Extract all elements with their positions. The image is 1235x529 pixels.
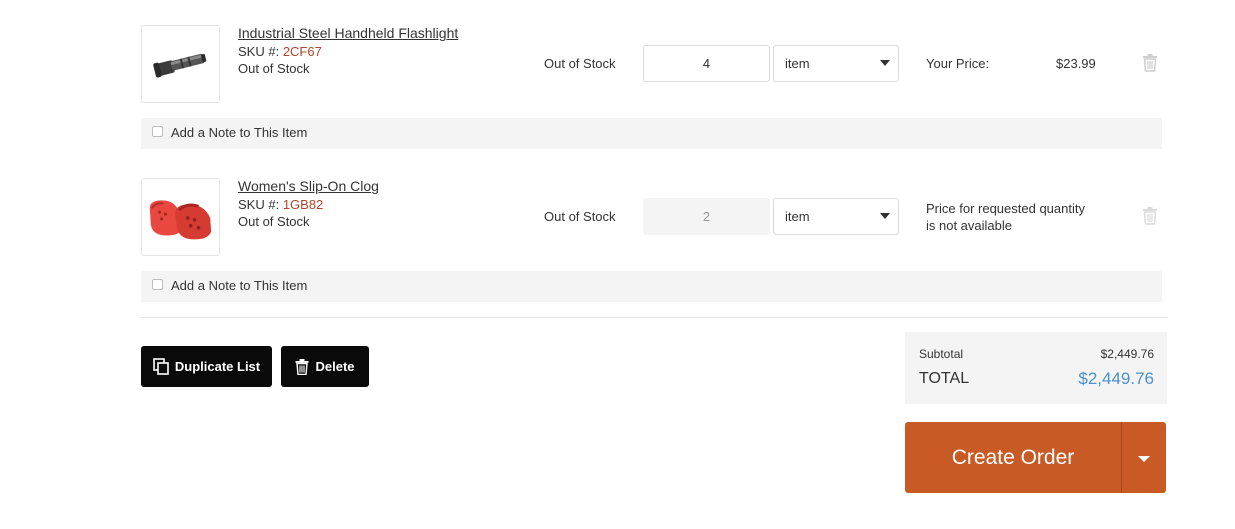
add-note-label[interactable]: Add a Note to This Item [171,125,307,140]
add-note-label[interactable]: Add a Note to This Item [171,278,307,293]
trash-icon[interactable] [1142,54,1158,72]
create-order-dropdown-toggle[interactable] [1122,422,1166,493]
stock-status: Out of Stock [238,61,310,76]
sku-line: SKU #: 1GB82 [238,196,528,213]
availability-text: Out of Stock [544,209,616,224]
quantity-input[interactable] [643,198,770,235]
product-image-clog[interactable] [141,178,220,256]
add-note-bar: Add a Note to This Item [141,271,1162,302]
price-value: $23.99 [1056,56,1096,71]
clog-image [142,179,219,255]
delete-label: Delete [315,359,355,374]
order-totals: Subtotal $2,449.76 TOTAL $2,449.76 [905,332,1167,404]
product-name-link[interactable]: Women's Slip-On Clog [238,178,379,195]
price-unavailable-line: is not available [926,218,1012,233]
total-label: TOTAL [919,370,970,387]
sku-label: SKU #: [238,44,280,59]
cart-item-row: Industrial Steel Handheld Flashlight SKU… [141,25,1168,105]
duplicate-list-button[interactable]: Duplicate List [141,346,272,387]
unit-select[interactable]: item [773,45,899,82]
unit-select-value: item [785,56,810,71]
total-value: $2,449.76 [1078,369,1154,388]
quantity-input[interactable] [643,45,770,82]
product-info: Women's Slip-On Clog SKU #: 1GB82 Out of… [238,178,528,230]
product-info: Industrial Steel Handheld Flashlight SKU… [238,25,528,77]
flashlight-image [142,26,219,102]
price-label: Your Price: [926,56,990,71]
duplicate-icon [153,358,169,375]
add-note-checkbox[interactable] [152,279,163,290]
add-note-checkbox[interactable] [152,126,163,137]
trash-icon [295,358,309,375]
sku-line: SKU #: 2CF67 [238,43,528,60]
price-unavailable-text: Price for requested quantity is not avai… [926,200,1106,234]
availability-text: Out of Stock [544,56,616,71]
sku-value: 1GB82 [282,197,324,212]
stock-status: Out of Stock [238,214,310,229]
add-note-bar: Add a Note to This Item [141,118,1162,149]
create-order-button[interactable]: Create Order [905,422,1166,493]
divider [141,317,1168,318]
chevron-down-icon [1138,456,1150,462]
delete-button[interactable]: Delete [281,346,369,387]
unit-select-value: item [785,209,810,224]
sku-label: SKU #: [238,197,280,212]
trash-icon[interactable] [1142,207,1158,225]
chevron-down-icon [880,60,890,66]
price-unavailable-line: Price for requested quantity [926,201,1085,216]
create-order-label: Create Order [951,446,1075,469]
chevron-down-icon [880,213,890,219]
sku-value: 2CF67 [282,44,322,59]
cart-item-row: Women's Slip-On Clog SKU #: 1GB82 Out of… [141,178,1168,258]
product-image-flashlight[interactable] [141,25,220,103]
subtotal-label: Subtotal [919,347,964,361]
product-name-link[interactable]: Industrial Steel Handheld Flashlight [238,25,458,42]
duplicate-list-label: Duplicate List [174,359,261,374]
unit-select[interactable]: item [773,198,899,235]
subtotal-value: $2,449.76 [1100,347,1154,361]
